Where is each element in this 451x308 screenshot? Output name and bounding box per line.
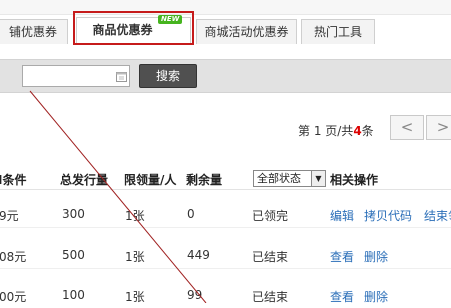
prev-page-button[interactable]: < bbox=[390, 115, 424, 140]
cell-limit: 1张 bbox=[125, 290, 145, 304]
tab-bar: 铺优惠券 商品优惠券 商城活动优惠券 热门工具 bbox=[0, 14, 451, 44]
page-suffix: 条 bbox=[361, 124, 374, 138]
tab-label: 热门工具 bbox=[313, 25, 362, 39]
status-filter-value: 全部状态 bbox=[257, 172, 301, 185]
date-input[interactable] bbox=[22, 65, 130, 87]
delete-link[interactable]: 删除 bbox=[364, 248, 388, 265]
cell-remain: 449 bbox=[187, 248, 210, 262]
copy-code-link[interactable]: 拷贝代码 bbox=[364, 207, 412, 224]
status-filter-select[interactable]: 全部状态 ▼ bbox=[253, 170, 326, 187]
chevron-down-icon: ▼ bbox=[311, 171, 325, 186]
table-row: 08元 500 1张 449 已结束 查看 删除 bbox=[0, 242, 451, 269]
tab-label: 铺优惠券 bbox=[8, 25, 57, 39]
cell-condition: 9元 bbox=[0, 209, 19, 223]
cell-status: 已领完 bbox=[252, 209, 289, 223]
tab-label: 商品优惠券 bbox=[92, 23, 153, 37]
tab-mall-event-coupon[interactable]: 商城活动优惠券 bbox=[196, 19, 297, 44]
delete-link[interactable]: 删除 bbox=[364, 288, 388, 305]
cell-limit: 1张 bbox=[125, 209, 145, 223]
view-link[interactable]: 查看 bbox=[330, 288, 354, 305]
header-condition: I条件 bbox=[0, 173, 27, 187]
end-claim-link[interactable]: 结束领 bbox=[424, 207, 451, 224]
cell-status: 已结束 bbox=[252, 250, 289, 264]
edit-link[interactable]: 编辑 bbox=[330, 207, 354, 224]
search-button[interactable]: 搜索 bbox=[139, 64, 197, 88]
tab-label: 商城活动优惠券 bbox=[204, 25, 289, 39]
top-strip bbox=[0, 0, 451, 15]
cell-condition: 00元 bbox=[0, 290, 27, 304]
cell-total: 100 bbox=[62, 288, 85, 302]
new-badge: NEW bbox=[158, 15, 183, 24]
header-remain: 剩余量 bbox=[186, 173, 223, 187]
search-bar: 搜索 bbox=[0, 59, 451, 93]
header-actions: 相关操作 bbox=[330, 173, 379, 187]
page-prefix: 第 1 页/共 bbox=[298, 124, 354, 138]
cell-condition: 08元 bbox=[0, 250, 27, 264]
cell-status: 已结束 bbox=[252, 290, 289, 304]
cell-remain: 0 bbox=[187, 207, 195, 221]
table-row: 9元 300 1张 0 已领完 编辑 拷贝代码 结束领 bbox=[0, 201, 451, 228]
header-limit: 限领量/人 bbox=[124, 173, 177, 187]
cell-total: 300 bbox=[62, 207, 85, 221]
cell-remain: 99 bbox=[187, 288, 203, 302]
calendar-icon[interactable] bbox=[116, 71, 127, 82]
table-header: I条件 总发行量 限领量/人 剩余量 全部状态 ▼ 相关操作 bbox=[0, 167, 451, 190]
cell-total: 500 bbox=[62, 248, 85, 262]
table-row: 00元 100 1张 99 已结束 查看 删除 bbox=[0, 282, 451, 308]
view-link[interactable]: 查看 bbox=[330, 248, 354, 265]
cell-limit: 1张 bbox=[125, 250, 145, 264]
header-total: 总发行量 bbox=[60, 173, 109, 187]
page-total: 4 bbox=[353, 124, 362, 138]
tab-shop-coupon[interactable]: 铺优惠券 bbox=[0, 19, 68, 44]
next-page-button[interactable]: > bbox=[426, 115, 451, 140]
page-info: 第 1 页/共4条 bbox=[298, 122, 374, 139]
tab-hot-tools[interactable]: 热门工具 bbox=[301, 19, 375, 44]
